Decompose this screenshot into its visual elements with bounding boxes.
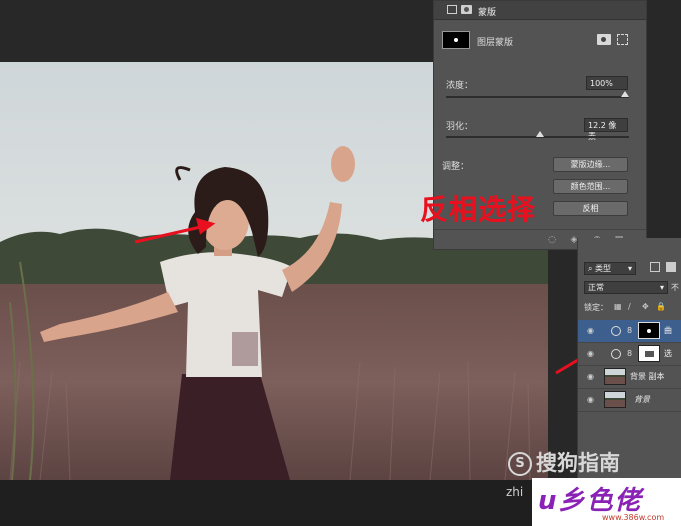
layer-mask-thumbnail[interactable]	[638, 322, 660, 339]
eye-icon[interactable]: ◉	[587, 396, 597, 404]
lock-all-icon[interactable]: 🔒	[656, 302, 666, 311]
link-icon[interactable]: 8	[627, 349, 632, 358]
layer-row-background[interactable]: ◉ 背景	[578, 389, 681, 412]
eye-icon[interactable]: ◉	[587, 350, 597, 358]
layer-mask-thumbnail[interactable]	[638, 345, 660, 362]
layer-thumbnail[interactable]	[604, 368, 626, 385]
sogou-logo-icon: S	[508, 452, 532, 476]
panel-divider	[434, 229, 646, 230]
load-selection-icon[interactable]: ◌	[547, 235, 557, 245]
lock-pixels-icon[interactable]: ▦	[614, 302, 622, 311]
density-label: 浓度：	[446, 81, 474, 91]
refine-label: 调整：	[442, 162, 470, 172]
layer-thumbnail[interactable]	[604, 391, 626, 408]
sogou-watermark-text: 搜狗指南	[536, 451, 620, 475]
adjustment-icon[interactable]	[447, 5, 457, 14]
density-slider[interactable]	[446, 96, 629, 98]
site-logo-watermark: u乡色佬 www.386w.com	[532, 478, 681, 526]
color-range-button[interactable]: 颜色范围...	[553, 179, 628, 194]
masks-panel-header: 蒙版	[434, 1, 646, 20]
site-logo-text: u乡色佬	[538, 486, 643, 516]
site-url-text: www.386w.com	[602, 513, 665, 522]
sogou-watermark: S 搜狗指南	[508, 447, 620, 477]
layers-panel: ⌕ 类型 ▾ 正常 ▾ 不 锁定： ▦ ∕ ✥ 🔒 ◉ 8 曲 ◉ 8 选 ◉ 背景…	[577, 238, 681, 480]
eye-icon[interactable]: ◉	[587, 373, 597, 381]
chevron-down-icon: ▾	[627, 264, 632, 273]
invert-button[interactable]: 反相	[553, 201, 628, 216]
annotation-text: 反相选择	[420, 193, 537, 226]
layer-name: 选	[664, 349, 672, 358]
lock-move-icon[interactable]: ✥	[642, 302, 649, 311]
chevron-down-icon: ▾	[659, 283, 664, 292]
feather-label: 羽化：	[446, 122, 474, 132]
mask-edge-button[interactable]: 蒙版边缘...	[553, 157, 628, 172]
adjustment-layer-icon	[611, 349, 621, 359]
search-icon: ⌕	[588, 264, 596, 273]
density-slider-knob[interactable]	[621, 91, 629, 97]
mask-type-label: 图层蒙版	[477, 38, 514, 48]
eye-icon[interactable]: ◉	[587, 327, 597, 335]
blend-mode-label: 正常	[588, 283, 604, 292]
layer-row-curves[interactable]: ◉ 8 曲	[578, 320, 681, 343]
image-filter-icon[interactable]	[650, 262, 660, 272]
filter-kind-label: 类型	[595, 264, 612, 273]
curves-adjustment-icon	[611, 326, 621, 336]
density-value[interactable]: 100%	[586, 76, 628, 90]
mask-thumbnail[interactable]	[442, 31, 470, 49]
lock-brush-icon[interactable]: ∕	[628, 302, 631, 311]
blend-mode-dropdown[interactable]: 正常 ▾	[584, 281, 668, 294]
sogou-domain-watermark: zhi	[506, 485, 524, 499]
adjustment-filter-icon[interactable]	[666, 262, 676, 272]
feather-slider-knob[interactable]	[536, 131, 544, 137]
layer-filter-dropdown[interactable]: ⌕ 类型 ▾	[584, 262, 636, 275]
mask-icon[interactable]	[461, 5, 472, 14]
link-icon[interactable]: 8	[627, 326, 632, 335]
layer-name: 曲	[664, 326, 672, 335]
opacity-label: 不	[671, 283, 679, 292]
layer-name: 背景 副本	[630, 372, 665, 381]
layer-row-selective[interactable]: ◉ 8 选	[578, 343, 681, 366]
lock-label: 锁定：	[584, 303, 608, 312]
pixel-mask-icon[interactable]	[597, 34, 611, 45]
layer-row-background-copy[interactable]: ◉ 背景 副本	[578, 366, 681, 389]
feather-value[interactable]: 12.2 像素	[584, 118, 628, 141]
layer-name: 背景	[634, 395, 650, 404]
masks-tab[interactable]: 蒙版	[478, 5, 496, 18]
vector-mask-icon[interactable]	[617, 34, 628, 45]
